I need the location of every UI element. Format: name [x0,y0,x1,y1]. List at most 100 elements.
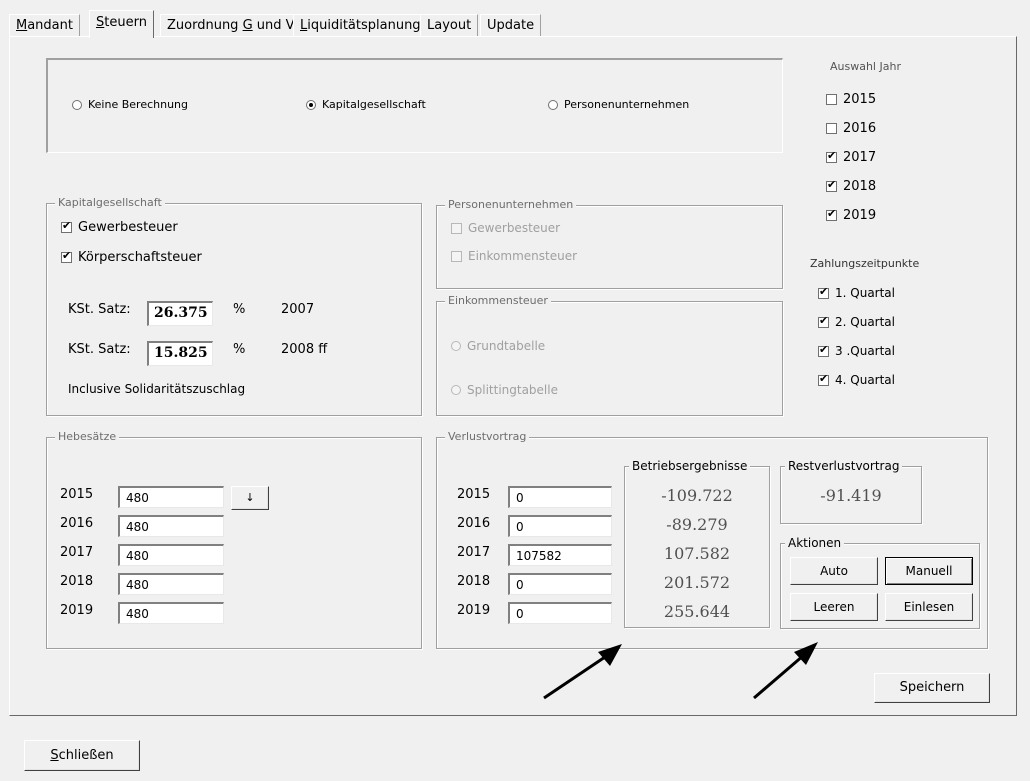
checkbox-box [818,314,829,328]
checkbox-box [826,149,837,163]
ergebnis-value-2019: 255.644 [663,602,731,621]
frame-title: Kapitalgesellschaft [55,195,165,211]
gewerbesteuer-checkbox[interactable]: Gewerbesteuer [61,219,178,235]
year-checkbox-2019[interactable]: 2019 [826,207,876,223]
tab-steuern[interactable]: Steuern [89,10,154,38]
einkommensteuer-frame: Einkommensteuer [436,293,783,416]
verlust-2015-input[interactable]: 0 [508,486,612,508]
ergebnis-value-2015: -109.722 [661,486,733,505]
ergebnis-value-2018: 201.572 [663,573,731,592]
verlust-2018-input[interactable]: 0 [508,573,612,595]
auswahl-jahr-title: Auswahl Jahr [830,60,901,73]
radio-splittingtabelle[interactable]: Splittingtabelle [451,383,558,397]
tab-layout[interactable]: Layout [420,14,479,36]
tab-update[interactable]: Update [480,14,542,36]
personenunternehmen-frame: Personenunternehmen [436,197,783,289]
checkbox-box [61,219,72,233]
checkbox-box [451,250,462,262]
radio-kapitalgesellschaft[interactable]: Kapitalgesellschaft [306,98,426,111]
tab-zuordnung[interactable]: Zuordnung G und V [160,14,302,36]
checkbox-box [61,249,72,263]
year-label-2007: 2007 [281,302,315,317]
schliessen-button[interactable]: Schließen [24,740,140,771]
percent-label-2: % [233,342,246,357]
hebe-year-label: 2015 [60,487,94,502]
verlust-year-label: 2015 [457,487,491,502]
checkbox-box [826,178,837,192]
quartal-checkbox-3[interactable]: 3 .Quartal [818,343,895,358]
quartal-checkbox-2[interactable]: 2. Quartal [818,314,895,329]
quartal-checkbox-4[interactable]: 4. Quartal [818,372,895,387]
frame-title: Einkommensteuer [445,293,551,309]
radio-personenunternehmen[interactable]: Personenunternehmen [548,98,689,111]
speichern-button[interactable]: Speichern [874,673,990,703]
hebesatz-2017-input[interactable]: 480 [118,544,224,566]
hebesatz-2015-input[interactable]: 480 [118,486,224,508]
checkbox-box [826,123,837,134]
frame-title: Hebesätze [55,429,120,445]
ergebnis-value-2017: 107.582 [663,544,731,563]
kst-satz-2008-input[interactable]: 15.825 [147,341,213,366]
auto-button[interactable]: Auto [790,557,878,585]
arrow-down-icon: ↓ [245,491,255,504]
soli-note: Inclusive Solidaritätszuschlag [68,382,246,396]
frame-title: Verlustvortrag [445,429,530,445]
kst-satz-label-1: KSt. Satz: [68,302,131,317]
hebesatz-2018-input[interactable]: 480 [118,573,224,595]
kst-satz-2007-input[interactable]: 26.375 [147,301,213,326]
leeren-button[interactable]: Leeren [790,593,878,621]
hebe-year-label: 2016 [60,516,94,531]
radio-keine-berechnung[interactable]: Keine Berechnung [72,98,188,111]
frame-title: Aktionen [785,535,845,551]
hebesaetze-frame: Hebesätze [46,429,422,649]
ergebnis-value-2016: -89.279 [666,515,728,534]
tab-liquiditaetsplanung[interactable]: Liquiditätsplanung [293,14,428,36]
hebe-year-label: 2018 [60,574,94,589]
radio-dot [451,385,461,395]
verlust-year-label: 2017 [457,545,491,560]
radio-dot-selected [306,99,316,110]
koerperschaftsteuer-checkbox[interactable]: Körperschaftsteuer [61,249,202,265]
verlust-2017-input[interactable]: 107582 [508,544,612,566]
verlust-2016-input[interactable]: 0 [508,515,612,537]
checkbox-box [451,222,462,234]
percent-label-1: % [233,302,246,317]
frame-title: Restverlustvortrag [785,458,903,474]
checkbox-box [826,207,837,221]
hebe-year-label: 2019 [60,603,94,618]
checkbox-box [818,343,829,357]
zahlungszeitpunkte-title: Zahlungszeitpunkte [810,257,920,270]
radio-grundtabelle[interactable]: Grundtabelle [451,339,545,353]
radio-dot [451,341,461,351]
frame-title: Betriebsergebnisse [629,458,751,474]
year-checkbox-2015[interactable]: 2015 [826,92,876,107]
checkbox-box [818,285,829,299]
fill-down-button[interactable]: ↓ [231,486,269,510]
person-gewerbesteuer-checkbox[interactable]: Gewerbesteuer [451,221,560,235]
verlust-year-label: 2018 [457,574,491,589]
annotation-arrow-icon [753,642,818,700]
year-checkbox-2018[interactable]: 2018 [826,178,876,194]
checkbox-box [818,372,829,386]
radio-dot [72,99,82,110]
year-checkbox-2016[interactable]: 2016 [826,121,876,136]
manuell-button[interactable]: Manuell [885,557,973,585]
person-einkommensteuer-checkbox[interactable]: Einkommensteuer [451,249,577,263]
year-label-2008ff: 2008 ff [281,342,328,357]
tab-mandant[interactable]: Mandant [9,14,80,36]
kst-satz-label-2: KSt. Satz: [68,342,131,357]
restverlustvortrag-value: -91.419 [820,486,882,505]
radio-dot [548,99,558,110]
hebe-year-label: 2017 [60,545,94,560]
quartal-checkbox-1[interactable]: 1. Quartal [818,285,895,300]
einlesen-button[interactable]: Einlesen [885,593,973,621]
year-checkbox-2017[interactable]: 2017 [826,149,876,165]
verlust-year-label: 2016 [457,516,491,531]
annotation-arrow-icon [543,644,622,700]
hebesatz-2019-input[interactable]: 480 [118,602,224,624]
frame-title: Personenunternehmen [445,197,577,213]
hebesatz-2016-input[interactable]: 480 [118,515,224,537]
verlust-year-label: 2019 [457,603,491,618]
verlust-2019-input[interactable]: 0 [508,602,612,624]
checkbox-box [826,94,837,105]
